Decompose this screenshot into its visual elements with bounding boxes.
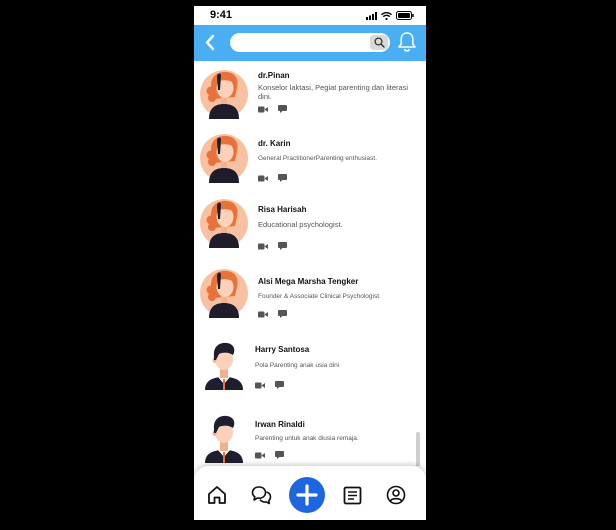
expert-description: Parenting untuk anak diusia remaja. <box>255 435 359 442</box>
list-item[interactable]: Alsi Mega Marsha Tengker Founder & Assoc… <box>194 268 426 326</box>
phone-screen: 9:41 dr.Pinan Konselor laktasi, Pegiat p… <box>194 6 426 520</box>
chat-icon[interactable] <box>278 242 287 250</box>
status-icons <box>366 11 414 20</box>
video-call-icon[interactable] <box>258 243 268 250</box>
status-time: 9:41 <box>210 9 233 21</box>
item-actions <box>255 381 284 389</box>
signal-icon <box>366 11 377 20</box>
search-icon <box>373 37 385 48</box>
item-actions <box>255 451 284 459</box>
chat-icon[interactable] <box>278 174 287 182</box>
video-call-icon[interactable] <box>258 175 268 182</box>
item-actions <box>258 242 287 250</box>
expert-name: Irwan Rinaldi <box>255 420 305 429</box>
item-actions <box>258 310 287 318</box>
video-call-icon[interactable] <box>258 311 268 318</box>
chat-bubbles-icon <box>251 486 271 505</box>
expert-name: Alsi Mega Marsha Tengker <box>258 277 359 286</box>
profile-icon <box>386 485 406 505</box>
nav-home[interactable] <box>206 484 228 506</box>
list-item[interactable]: Irwan Rinaldi Parenting untuk anak diusi… <box>194 411 426 466</box>
add-button[interactable] <box>289 477 325 513</box>
article-icon <box>343 486 361 504</box>
woman-avatar <box>200 199 248 248</box>
chat-icon[interactable] <box>275 381 284 389</box>
back-arrow-icon[interactable] <box>204 34 216 51</box>
chat-icon[interactable] <box>278 310 287 318</box>
woman-avatar <box>200 269 248 318</box>
expert-description: Educational psychologist. <box>258 220 343 229</box>
battery-icon <box>396 11 414 20</box>
list-item[interactable]: dr.Pinan Konselor laktasi, Pegiat parent… <box>194 69 426 131</box>
expert-description: Pola Parenting anak usia dini <box>255 362 340 369</box>
search-input[interactable] <box>230 33 390 52</box>
expert-name: Harry Santosa <box>255 345 310 354</box>
item-actions <box>258 105 287 113</box>
nav-articles[interactable] <box>341 484 363 506</box>
man-avatar <box>205 342 243 390</box>
expert-description: General PractitionerParenting enthusiast… <box>258 155 377 162</box>
chat-icon[interactable] <box>278 105 287 113</box>
chat-icon[interactable] <box>275 451 284 459</box>
home-icon <box>208 486 226 504</box>
expert-name: dr. Karin <box>258 139 291 148</box>
scrollbar[interactable] <box>416 432 420 466</box>
status-bar: 9:41 <box>194 6 426 25</box>
nav-profile[interactable] <box>385 484 407 506</box>
expert-list: dr.Pinan Konselor laktasi, Pegiat parent… <box>194 61 426 466</box>
notification-bell-icon[interactable] <box>397 31 417 53</box>
list-item[interactable]: dr. Karin General PractitionerParenting … <box>194 133 426 191</box>
wifi-icon <box>381 11 392 20</box>
list-item[interactable]: Risa Harisah Educational psychologist. <box>194 198 426 256</box>
list-item[interactable]: Harry Santosa Pola Parenting anak usia d… <box>194 338 426 396</box>
video-call-icon[interactable] <box>258 106 268 113</box>
expert-description: Konselor laktasi, Pegiat parenting dan l… <box>258 83 409 102</box>
woman-avatar <box>200 134 248 183</box>
top-bar <box>194 25 426 61</box>
video-call-icon[interactable] <box>255 382 265 389</box>
expert-name: Risa Harisah <box>258 205 307 214</box>
expert-name: dr.Pinan <box>258 71 290 80</box>
expert-description: Founder & Associate Clinical Psychologis… <box>258 293 381 300</box>
item-actions <box>258 174 287 182</box>
woman-avatar <box>200 70 248 119</box>
add-icon <box>296 484 318 506</box>
search-button[interactable] <box>370 35 388 50</box>
bottom-navigation <box>194 466 426 520</box>
man-avatar <box>205 415 243 463</box>
video-call-icon[interactable] <box>255 452 265 459</box>
nav-chats[interactable] <box>250 484 272 506</box>
